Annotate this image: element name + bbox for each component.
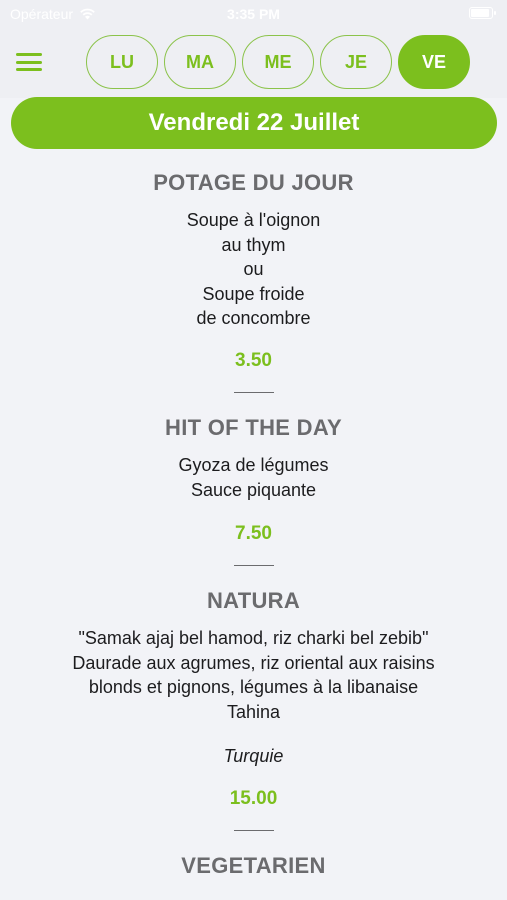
status-right — [469, 7, 496, 19]
menu-content: POTAGE DU JOUR Soupe à l'oignon au thym … — [0, 160, 507, 880]
day-tab-ma[interactable]: MA — [164, 35, 236, 89]
dish-line: Daurade aux agrumes, riz oriental aux ra… — [72, 652, 435, 673]
dish-line: Gyoza de légumes — [178, 455, 329, 476]
menu-section-hit-of-the-day: HIT OF THE DAY Gyoza de légumes Sauce pi… — [0, 414, 507, 567]
price: 7.50 — [235, 522, 272, 544]
dish-line: Tahina — [226, 701, 281, 722]
battery-icon — [469, 7, 496, 19]
day-tab-ve[interactable]: VE — [398, 35, 470, 89]
menu-section-vegetarien: VEGETARIEN — [0, 852, 507, 880]
status-bar: Opérateur 3:35 PM — [0, 0, 507, 28]
dish-line: Soupe à l'oignon — [186, 210, 321, 230]
divider — [233, 564, 274, 567]
date-banner: Vendredi 22 Juillet — [11, 97, 497, 149]
status-time: 3:35 PM — [227, 6, 280, 22]
dish-line: "Samak ajaj bel hamod, riz charki bel ze… — [78, 628, 429, 649]
menu-section-potage: POTAGE DU JOUR Soupe à l'oignon au thym … — [0, 169, 507, 394]
dish-line: Sauce piquante — [190, 480, 317, 501]
section-title: VEGETARIEN — [181, 853, 326, 879]
hamburger-menu-icon[interactable] — [14, 50, 44, 74]
menu-section-natura: NATURA "Samak ajaj bel hamod, riz charki… — [0, 587, 507, 832]
top-nav: LU MA ME JE VE — [0, 28, 507, 98]
dish-line: au thym — [221, 234, 286, 255]
section-title: HIT OF THE DAY — [165, 415, 342, 441]
dish-line: de concombre — [196, 308, 311, 329]
section-title: NATURA — [206, 588, 301, 614]
day-tab-lu[interactable]: LU — [86, 35, 158, 89]
origin: Turquie — [223, 745, 284, 766]
dish-line: blonds et pignons, légumes à la libanais… — [88, 677, 419, 698]
dish-line: ou — [243, 259, 264, 280]
day-tab-je[interactable]: JE — [320, 35, 392, 89]
dish-line: Soupe froide — [202, 283, 305, 304]
price: 15.00 — [229, 787, 278, 809]
section-title: POTAGE DU JOUR — [153, 170, 354, 195]
divider — [233, 829, 274, 832]
price: 3.50 — [235, 349, 272, 371]
day-selector: LU MA ME JE VE — [86, 35, 470, 89]
divider — [233, 391, 274, 394]
day-tab-me[interactable]: ME — [242, 35, 314, 89]
